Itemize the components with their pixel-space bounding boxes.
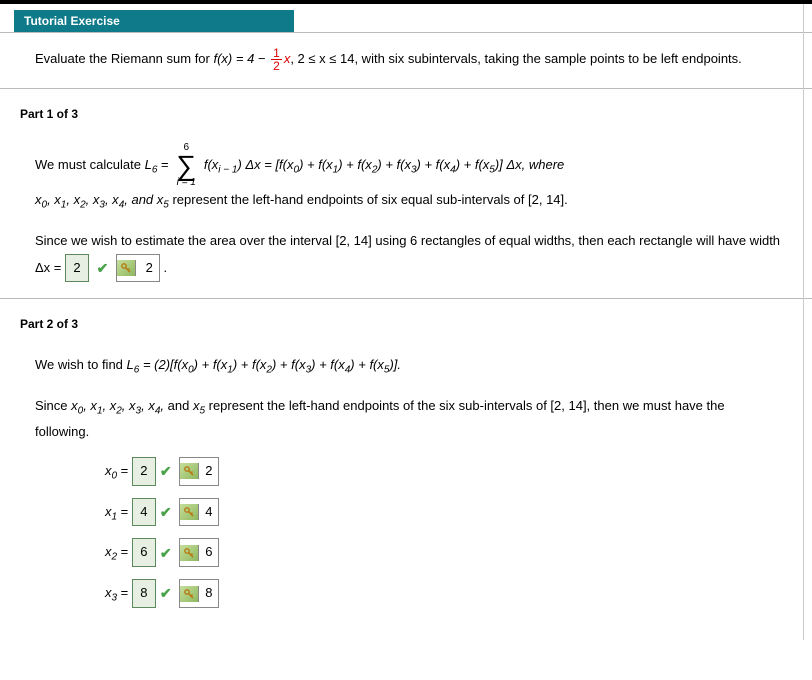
part1-line3: Since we wish to estimate the area over … — [35, 229, 782, 282]
check-icon: ✔ — [160, 504, 172, 520]
endpoint-row: x3 = 8✔ 8 — [105, 579, 782, 608]
part2-line1: We wish to find L6 = (2)[f(x0) + f(x1) +… — [35, 353, 782, 380]
func-lhs: f(x) = 4 − — [213, 51, 269, 66]
text: represent the left-hand endpoints of six… — [172, 192, 567, 207]
sigma-icon: 6 ∑ i = 1 — [176, 143, 196, 188]
eq: = — [117, 463, 132, 478]
header-row: Tutorial Exercise — [0, 4, 812, 33]
endpoint-row: x1 = 4✔ 4 — [105, 498, 782, 527]
solution-value: 8 — [199, 580, 218, 607]
check-icon: ✔ — [160, 463, 172, 479]
var: x1 — [105, 504, 117, 519]
x2-input[interactable]: 6 — [132, 538, 156, 567]
summand: f(xi − 1) Δx = [f(x0) + f(x1) + f(x2) + … — [204, 157, 564, 172]
x3-solution-box[interactable]: 8 — [179, 579, 219, 608]
eq: = — [117, 585, 132, 600]
period: . — [163, 259, 167, 274]
fraction-one-half: 1 2 — [271, 47, 282, 72]
tutorial-exercise-header: Tutorial Exercise — [14, 10, 294, 32]
check-icon: ✔ — [160, 585, 172, 601]
key-icon — [117, 260, 136, 276]
expansion: = (2)[f(x0) + f(x1) + f(x2) + f(x3) + f(… — [143, 357, 401, 372]
side-rule — [803, 4, 804, 640]
dx-input[interactable]: 2 — [65, 254, 89, 283]
x0-input[interactable]: 2 — [132, 457, 156, 486]
check-icon: ✔ — [160, 545, 172, 561]
part-1-body: We must calculate L6 = 6 ∑ i = 1 f(xi − … — [0, 129, 812, 282]
key-icon — [180, 586, 199, 602]
dx-solution-box[interactable]: 2 — [116, 254, 160, 283]
divider — [0, 88, 812, 89]
dx-solution-value: 2 — [140, 255, 159, 282]
key-icon — [180, 504, 199, 520]
var: x3 — [105, 585, 117, 600]
eq: = — [117, 544, 132, 559]
solution-value: 6 — [199, 539, 218, 566]
part2-line2: Since x0, x1, x2, x3, x4, and x5 represe… — [35, 394, 782, 445]
key-icon — [180, 463, 199, 479]
endpoint-rows: x0 = 2✔ 2x1 = 4✔ 4x2 = 6✔ 6x3 = 8✔ 8 — [105, 457, 782, 608]
domain-text: , 2 ≤ x ≤ 14, — [290, 51, 358, 66]
prompt-text: Evaluate the Riemann sum for — [35, 51, 213, 66]
key-icon — [180, 545, 199, 561]
eq: = — [117, 504, 132, 519]
part-1-label: Part 1 of 3 — [20, 107, 812, 121]
prompt-rest: with six subintervals, taking the sample… — [358, 51, 742, 66]
x1-solution-box[interactable]: 4 — [179, 498, 219, 527]
solution-value: 2 — [199, 458, 218, 485]
check-icon: ✔ — [97, 260, 109, 276]
L6: L6 — [145, 157, 158, 172]
exercise-prompt: Evaluate the Riemann sum for f(x) = 4 − … — [0, 33, 812, 72]
var: x0 — [105, 463, 117, 478]
part1-line1: We must calculate L6 = 6 ∑ i = 1 f(xi − … — [35, 143, 782, 188]
xi-list: x0, x1, x2, x3, x4, and x5 — [35, 192, 172, 207]
var: x2 — [105, 544, 117, 559]
part1-line2: x0, x1, x2, x3, x4, and x5 represent the… — [35, 188, 782, 215]
solution-value: 4 — [199, 499, 218, 526]
text: Since x0, x1, x2, x3, x4, and x5 represe… — [35, 398, 725, 440]
x3-input[interactable]: 8 — [132, 579, 156, 608]
text: We must calculate — [35, 157, 145, 172]
part-2-label: Part 2 of 3 — [20, 317, 812, 331]
divider — [0, 298, 812, 299]
sum-lower: i = 1 — [176, 178, 196, 188]
text: We wish to find — [35, 357, 127, 372]
sigma-glyph: ∑ — [176, 153, 196, 178]
endpoint-row: x2 = 6✔ 6 — [105, 538, 782, 567]
eq: = — [161, 157, 172, 172]
L6: L6 — [127, 357, 140, 372]
part-2-body: We wish to find L6 = (2)[f(x0) + f(x1) +… — [0, 339, 812, 608]
endpoint-row: x0 = 2✔ 2 — [105, 457, 782, 486]
frac-den: 2 — [271, 60, 282, 72]
page: Tutorial Exercise Evaluate the Riemann s… — [0, 0, 812, 640]
x0-solution-box[interactable]: 2 — [179, 457, 219, 486]
x2-solution-box[interactable]: 6 — [179, 538, 219, 567]
x1-input[interactable]: 4 — [132, 498, 156, 527]
